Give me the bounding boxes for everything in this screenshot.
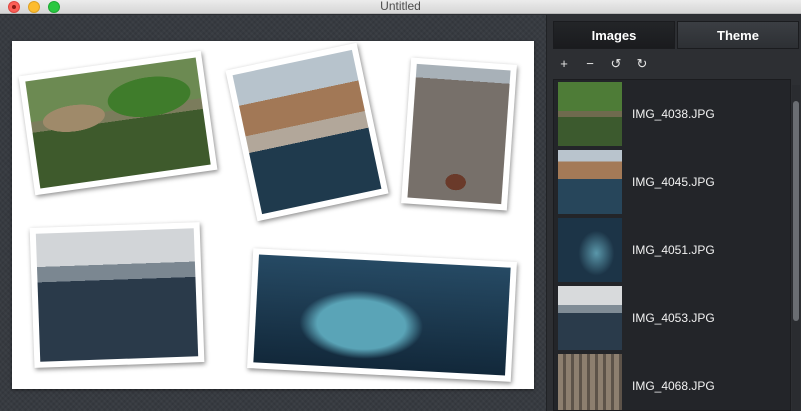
list-item[interactable]: IMG_4038.JPG	[554, 80, 790, 148]
rotate-left-icon[interactable]: ↺	[609, 57, 623, 75]
image-filename: IMG_4053.JPG	[632, 311, 715, 325]
collage-photo[interactable]	[225, 42, 389, 222]
image-thumbnail	[558, 354, 622, 410]
window-title: Untitled	[380, 0, 421, 13]
tab-images[interactable]: Images	[553, 21, 675, 49]
image-list[interactable]: IMG_4038.JPG IMG_4045.JPG IMG_4051.JPG I…	[553, 79, 791, 411]
photo-image	[407, 63, 511, 205]
plus-icon[interactable]: +	[557, 57, 571, 75]
photo-image	[253, 254, 511, 376]
photo-image	[35, 228, 199, 362]
image-toolbar: + − ↺ ↻	[547, 49, 801, 75]
collage-page[interactable]	[12, 41, 534, 389]
scrollbar-thumb[interactable]	[793, 101, 799, 321]
collage-photo[interactable]	[18, 50, 218, 196]
sidebar-tabs: Images Theme	[553, 21, 801, 49]
image-thumbnail	[558, 218, 622, 282]
collage-photo[interactable]	[401, 57, 517, 211]
image-thumbnail	[558, 150, 622, 214]
image-thumbnail	[558, 82, 622, 146]
image-thumbnail	[558, 286, 622, 350]
minus-icon[interactable]: −	[583, 57, 597, 75]
image-list-scrollbar[interactable]	[792, 85, 800, 411]
image-filename: IMG_4045.JPG	[632, 175, 715, 189]
list-item[interactable]: IMG_4045.JPG	[554, 148, 790, 216]
collage-photo[interactable]	[29, 222, 205, 368]
photo-image	[232, 49, 382, 215]
image-filename: IMG_4051.JPG	[632, 243, 715, 257]
image-filename: IMG_4038.JPG	[632, 107, 715, 121]
canvas-area[interactable]	[0, 15, 546, 411]
collage-photo[interactable]	[247, 248, 517, 382]
list-item[interactable]: IMG_4051.JPG	[554, 216, 790, 284]
title-bar: Untitled	[0, 0, 801, 14]
tab-theme[interactable]: Theme	[677, 21, 799, 49]
sidebar: Images Theme + − ↺ ↻ IMG_4038.JPG IMG_40…	[546, 15, 801, 411]
image-filename: IMG_4068.JPG	[632, 379, 715, 393]
list-item[interactable]: IMG_4053.JPG	[554, 284, 790, 352]
rotate-right-icon[interactable]: ↻	[635, 57, 649, 75]
list-item[interactable]: IMG_4068.JPG	[554, 352, 790, 410]
photo-image	[25, 57, 211, 189]
